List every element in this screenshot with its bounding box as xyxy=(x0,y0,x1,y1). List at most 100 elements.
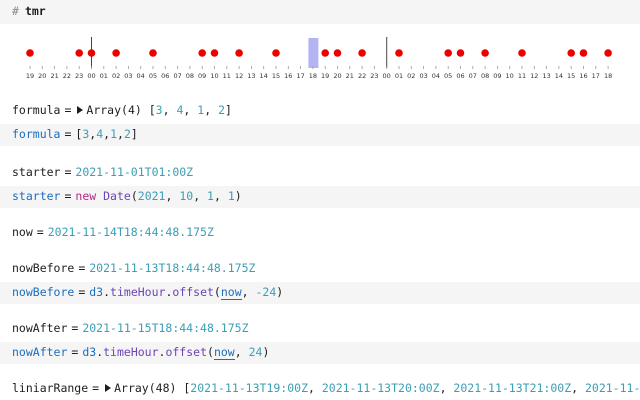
array-value: 2021-11-13T20:00Z xyxy=(321,381,440,395)
paren-open: ( xyxy=(130,189,138,203)
notebook-title: tmr xyxy=(24,4,46,18)
tick-label: 17 xyxy=(592,72,600,80)
timeline-dot xyxy=(518,49,526,57)
timeline-dot xyxy=(395,49,403,57)
array-value: 2 xyxy=(218,103,225,117)
tick-label: 12 xyxy=(235,72,243,80)
timeline-dot xyxy=(321,49,330,57)
array-value: 2021-11-13T22 xyxy=(584,381,640,395)
cell-output-nowAfter[interactable]: nowAfter = 2021-11-15T18:44:48.175Z xyxy=(0,318,640,340)
var-name: formula xyxy=(12,103,61,117)
comma: , xyxy=(193,189,208,203)
timeline-dot xyxy=(567,49,575,57)
tick-label: 11 xyxy=(518,72,526,80)
timeline-dot xyxy=(444,49,453,57)
tick-label: 01 xyxy=(100,72,108,80)
cell-output-starter[interactable]: starter = 2021-11-01T01:00Z xyxy=(0,162,640,184)
timeline-dot xyxy=(210,49,219,57)
tick-label: 05 xyxy=(444,72,452,80)
arg-value: 10 xyxy=(179,189,194,203)
tick-label: 08 xyxy=(481,72,489,80)
tick-label: 09 xyxy=(198,72,206,80)
tick-label: 22 xyxy=(358,72,366,80)
cell-output-nowBefore[interactable]: nowBefore = 2021-11-13T18:44:48.175Z xyxy=(0,258,640,280)
tick-label: 03 xyxy=(419,72,427,80)
equals-sign: = xyxy=(64,165,72,179)
class-name: Date xyxy=(103,189,131,203)
comma: , xyxy=(213,189,228,203)
array-kind[interactable]: Array(4) xyxy=(86,103,141,117)
tick-label: 10 xyxy=(210,72,218,80)
tick-label: 16 xyxy=(579,72,587,80)
tick-label: 20 xyxy=(38,72,46,80)
equals-sign: = xyxy=(64,189,72,203)
object-name: d3 xyxy=(89,285,104,299)
cell-input-starter[interactable]: starter = new Date(2021, 10, 1, 1) xyxy=(0,186,640,208)
timeline-dot xyxy=(235,49,243,57)
equals-sign: = xyxy=(92,381,100,395)
tick-label: 18 xyxy=(309,72,317,80)
cell-input-formula[interactable]: formula = [3,4,1,2] xyxy=(0,124,640,146)
notebook-title-bar: # tmr xyxy=(0,0,640,24)
var-name: formula xyxy=(12,127,61,141)
cell-output-liniarRange[interactable]: liniarRange = Array(48) [2021-11-13T19:00Z… xyxy=(0,378,640,400)
cell-output-now[interactable]: now = 2021-11-14T18:44:48.175Z xyxy=(0,222,640,244)
tick-label: 06 xyxy=(161,72,169,80)
comma: , xyxy=(439,381,454,395)
highlight-band xyxy=(308,38,319,68)
property-name: timeHour xyxy=(110,285,166,299)
date-value: 2021-11-01T01:00Z xyxy=(75,165,194,179)
tick-label: 13 xyxy=(247,72,255,80)
timeline-dot xyxy=(87,49,96,57)
timeline-dot xyxy=(579,49,588,57)
tick-label: 22 xyxy=(63,72,71,80)
tick-label: 12 xyxy=(530,72,538,80)
tick-label: 15 xyxy=(567,72,575,80)
cell-input-nowAfter[interactable]: nowAfter = d3.timeHour.offset(now, 24) xyxy=(0,342,640,364)
comma: , xyxy=(204,103,219,117)
comma: , xyxy=(183,103,198,117)
timeline-dot xyxy=(75,49,83,57)
property-name: timeHour xyxy=(103,345,159,359)
timeline-dot xyxy=(481,49,489,57)
timeline-dot xyxy=(456,49,465,57)
cell-output-formula[interactable]: formula = Array(4) [3, 4, 1, 2] xyxy=(0,100,640,122)
comma: , xyxy=(165,189,180,203)
tick-label: 23 xyxy=(370,72,378,80)
expand-triangle-icon[interactable] xyxy=(105,384,112,392)
paren-close: ) xyxy=(262,345,270,359)
tick-label: 15 xyxy=(272,72,280,80)
tick-label: 02 xyxy=(112,72,120,80)
equals-sign: = xyxy=(64,127,72,141)
dot: . xyxy=(103,285,111,299)
equals-sign: = xyxy=(78,285,86,299)
expand-triangle-icon[interactable] xyxy=(77,106,84,114)
tick-label: 10 xyxy=(506,72,514,80)
timeline-dot xyxy=(26,49,34,57)
array-kind[interactable]: Array(48) xyxy=(114,381,176,395)
tick-label: 11 xyxy=(223,72,231,80)
timeline-svg: 19 20 21 22 23 00 01 02 03 04 05 06 07 08 09 10 11 12 13 14… xyxy=(26,37,612,80)
tick-label: 07 xyxy=(173,72,181,80)
arg-value: -24 xyxy=(255,285,277,299)
var-name: starter xyxy=(12,189,61,203)
timeline-dot xyxy=(333,49,342,57)
reference-link[interactable]: now xyxy=(213,345,235,360)
tick-label: 08 xyxy=(186,72,194,80)
object-name: d3 xyxy=(82,345,97,359)
cell-input-nowBefore[interactable]: nowBefore = d3.timeHour.offset(now, -24) xyxy=(0,282,640,304)
method-name: offset xyxy=(172,285,214,299)
timeline-dot xyxy=(272,49,280,57)
comma: , xyxy=(162,103,177,117)
tick-label: 04 xyxy=(432,72,440,80)
timeline-dot xyxy=(604,49,612,57)
paren-open: ( xyxy=(207,345,214,359)
tick-label: 05 xyxy=(149,72,157,80)
tick-label: 07 xyxy=(469,72,477,80)
tick-label: 13 xyxy=(542,72,550,80)
reference-link[interactable]: now xyxy=(220,285,242,300)
tick-label: 00 xyxy=(383,72,391,80)
tick-label: 16 xyxy=(284,72,292,80)
tick-label: 14 xyxy=(555,72,563,80)
tick-label: 21 xyxy=(346,72,354,80)
